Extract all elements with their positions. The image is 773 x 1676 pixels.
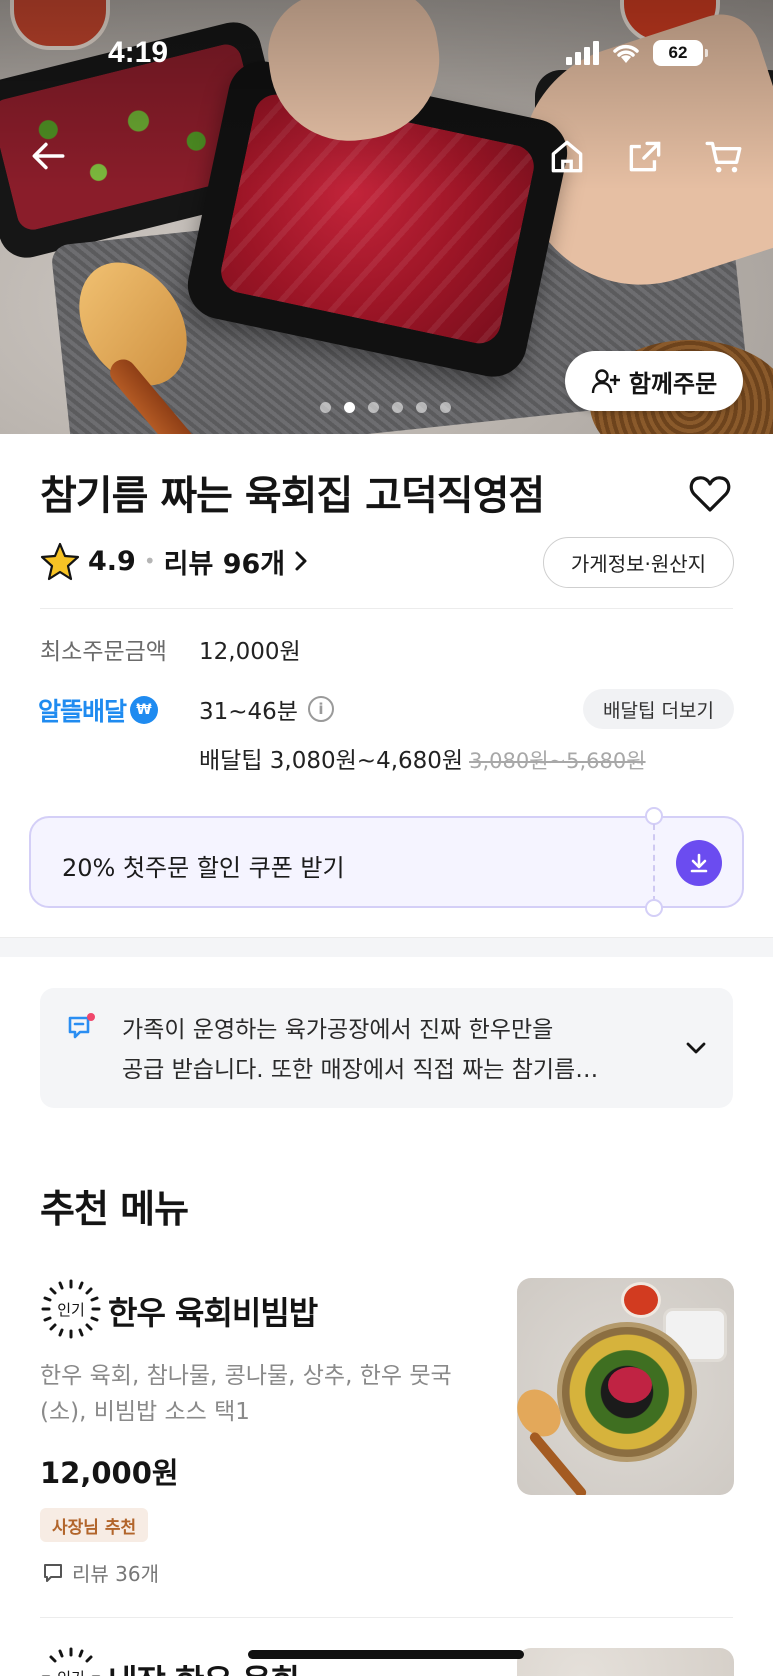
section-title-recommended: 추천 메뉴 <box>40 1187 189 1231</box>
popular-badge-text: 인기 <box>57 1669 85 1676</box>
delivery-tip-old: 3,080원~5,680원 <box>469 749 646 773</box>
delivery-tip-value: 배달팁 3,080원~4,680원 <box>199 748 464 774</box>
coupon-download-button[interactable] <box>676 840 722 886</box>
info-icon[interactable]: i <box>307 696 334 722</box>
menu-description: 한우 육회, 참나물, 콩나물, 상추, 한우 뭇국(소), 비빔밥 소스 택1 <box>40 1363 452 1425</box>
coupon-label: 20% 첫주문 할인 쿠폰 받기 <box>62 854 345 882</box>
carousel-dot <box>392 402 403 413</box>
won-badge-icon: ₩ <box>130 696 159 724</box>
carousel-dot <box>440 402 451 413</box>
carousel-dot-active <box>344 402 355 413</box>
carousel-dot <box>368 402 379 413</box>
owner-recommend-tag: 사장님 추천 <box>40 1508 149 1542</box>
min-order-label: 최소주문금액 <box>40 639 167 665</box>
together-order-button[interactable]: 함께주문 <box>565 351 743 411</box>
status-time: 4:19 <box>108 36 169 69</box>
menu-review-count: 리뷰 36개 <box>42 1558 159 1587</box>
carousel-indicator <box>320 402 451 413</box>
delivery-time: 31~46분 i <box>199 692 334 726</box>
owner-notice[interactable]: 가족이 운영하는 육가공장에서 진짜 한우만을 공급 받습니다. 또한 매장에서… <box>40 988 733 1108</box>
notice-line-1: 가족이 운영하는 육가공장에서 진짜 한우만을 <box>122 1017 554 1043</box>
cart-icon[interactable] <box>696 128 752 184</box>
delivery-brand: 알뜰배달 ₩ <box>38 692 159 728</box>
chevron-right-icon <box>295 551 307 571</box>
menu-price: 12,000원 <box>40 1456 179 1490</box>
delivery-brand-name: 알뜰배달 <box>38 697 127 726</box>
menu-name: 내장 한우 육회 <box>108 1656 300 1676</box>
separator-dot: • <box>143 549 156 573</box>
wifi-icon <box>613 44 639 63</box>
store-name: 참기름 짜는 육회집 고덕직영점 <box>40 473 545 519</box>
heart-icon[interactable] <box>688 472 732 516</box>
review-count: 리뷰 96개 <box>163 548 286 580</box>
popular-badge-text: 인기 <box>57 1301 85 1319</box>
share-icon[interactable] <box>617 128 673 184</box>
menu-review-label: 리뷰 36개 <box>72 1562 160 1586</box>
notice-line-2: 공급 받습니다. 또한 매장에서 직접 짜는 참기름… <box>122 1057 599 1083</box>
chevron-down-icon[interactable] <box>681 1036 711 1060</box>
carousel-dot <box>416 402 427 413</box>
home-icon[interactable] <box>539 128 595 184</box>
delivery-time-value: 31~46분 <box>199 699 298 725</box>
back-arrow-icon[interactable] <box>20 128 76 184</box>
notice-chat-icon <box>68 1013 95 1039</box>
review-link[interactable]: 리뷰 96개 <box>164 542 310 581</box>
rating-value: 4.9 <box>88 545 136 577</box>
carousel-dot <box>320 402 331 413</box>
battery-icon: 62 <box>653 40 708 66</box>
add-person-icon <box>591 369 620 394</box>
coupon-banner[interactable]: 20% 첫주문 할인 쿠폰 받기 <box>29 807 744 917</box>
hero-image[interactable]: 4:19 62 함께주문 <box>0 0 773 434</box>
status-icons: 62 <box>566 40 708 66</box>
divider <box>40 608 733 609</box>
home-indicator[interactable] <box>248 1650 524 1659</box>
review-bubble-icon <box>44 1563 62 1582</box>
together-order-label: 함께주문 <box>628 369 718 398</box>
star-icon <box>40 542 80 581</box>
menu-thumbnail[interactable] <box>517 1648 734 1676</box>
signal-icon <box>566 41 599 65</box>
download-icon <box>690 853 708 873</box>
popular-badge-icon: 인기 <box>41 1647 101 1676</box>
section-divider <box>0 937 773 957</box>
popular-badge-icon: 인기 <box>41 1279 101 1339</box>
menu-item[interactable]: 인기 한우 육회비빔밥 한우 육회, 참나물, 콩나물, 상추, 한우 뭇국(소… <box>0 1276 773 1616</box>
store-info-origin-button[interactable]: 가게정보·원산지 <box>543 537 734 588</box>
rating-row: 4.9 • 리뷰 96개 <box>40 540 309 582</box>
menu-name: 한우 육회비빔밥 <box>108 1294 318 1332</box>
delivery-tip-more-button[interactable]: 배달팁 더보기 <box>583 689 734 729</box>
menu-thumbnail[interactable] <box>517 1278 734 1495</box>
delivery-tip: 배달팁 3,080원~4,680원 3,080원~5,680원 <box>199 741 646 775</box>
min-order-value: 12,000원 <box>199 639 301 665</box>
divider <box>40 1617 733 1618</box>
